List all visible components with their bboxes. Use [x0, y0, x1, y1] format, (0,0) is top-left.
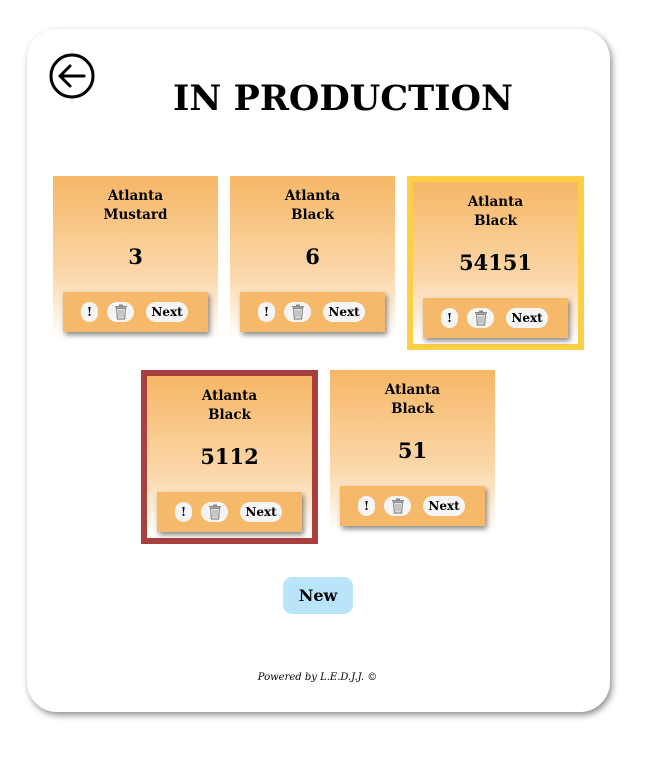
card-line1: Atlanta	[107, 188, 164, 204]
card-product-name: Atlanta Black	[147, 387, 312, 425]
footer-credit: Powered by L.E.D.J.J. ©	[257, 672, 378, 683]
new-button[interactable]: New	[283, 577, 353, 614]
delete-button[interactable]	[467, 308, 494, 328]
back-button[interactable]	[49, 53, 95, 99]
card-quantity: 5112	[200, 444, 259, 469]
card-quantity: 51	[397, 438, 428, 463]
card-line2: Black	[474, 213, 517, 229]
next-button[interactable]: Next	[506, 308, 548, 328]
order-card-selected[interactable]: Atlanta Black 5112 ! Next	[141, 370, 318, 544]
info-button[interactable]: !	[441, 308, 458, 328]
trash-icon	[114, 304, 127, 320]
trash-icon	[208, 504, 221, 520]
page-title: IN PRODUCTION	[172, 78, 514, 119]
info-button[interactable]: !	[258, 302, 275, 322]
card-action-bar: ! Next	[63, 292, 208, 332]
card-action-bar: ! Next	[340, 486, 485, 526]
order-card[interactable]: Atlanta Black 6 ! Next	[230, 176, 395, 338]
next-button[interactable]: Next	[323, 302, 365, 322]
order-card-selected[interactable]: Atlanta Black 54151 ! Next	[407, 176, 584, 350]
card-line2: Mustard	[103, 207, 168, 223]
trash-icon	[291, 304, 304, 320]
next-button[interactable]: Next	[240, 502, 282, 522]
arrow-left-circle-icon	[49, 53, 95, 99]
trash-icon	[474, 310, 487, 326]
card-action-bar: ! Next	[240, 292, 385, 332]
info-button[interactable]: !	[81, 302, 98, 322]
order-card[interactable]: Atlanta Black 51 ! Next	[330, 370, 495, 532]
card-quantity: 54151	[458, 250, 533, 275]
delete-button[interactable]	[201, 502, 228, 522]
card-product-name: Atlanta Mustard	[53, 187, 218, 225]
card-action-bar: ! Next	[423, 298, 568, 338]
card-product-name: Atlanta Black	[230, 187, 395, 225]
delete-button[interactable]	[384, 496, 411, 516]
card-line2: Black	[391, 401, 434, 417]
card-line2: Black	[208, 407, 251, 423]
card-action-bar: ! Next	[157, 492, 302, 532]
card-quantity: 3	[128, 244, 143, 269]
card-line1: Atlanta	[384, 382, 441, 398]
delete-button[interactable]	[284, 302, 311, 322]
delete-button[interactable]	[107, 302, 134, 322]
info-button[interactable]: !	[358, 496, 375, 516]
order-card[interactable]: Atlanta Mustard 3 ! Next	[53, 176, 218, 338]
card-quantity: 6	[305, 244, 320, 269]
trash-icon	[391, 498, 404, 514]
next-button[interactable]: Next	[423, 496, 465, 516]
card-line1: Atlanta	[467, 194, 524, 210]
card-product-name: Atlanta Black	[330, 381, 495, 419]
info-button[interactable]: !	[175, 502, 192, 522]
card-line2: Black	[291, 207, 334, 223]
card-line1: Atlanta	[201, 388, 258, 404]
next-button[interactable]: Next	[146, 302, 188, 322]
card-line1: Atlanta	[284, 188, 341, 204]
card-product-name: Atlanta Black	[413, 193, 578, 231]
